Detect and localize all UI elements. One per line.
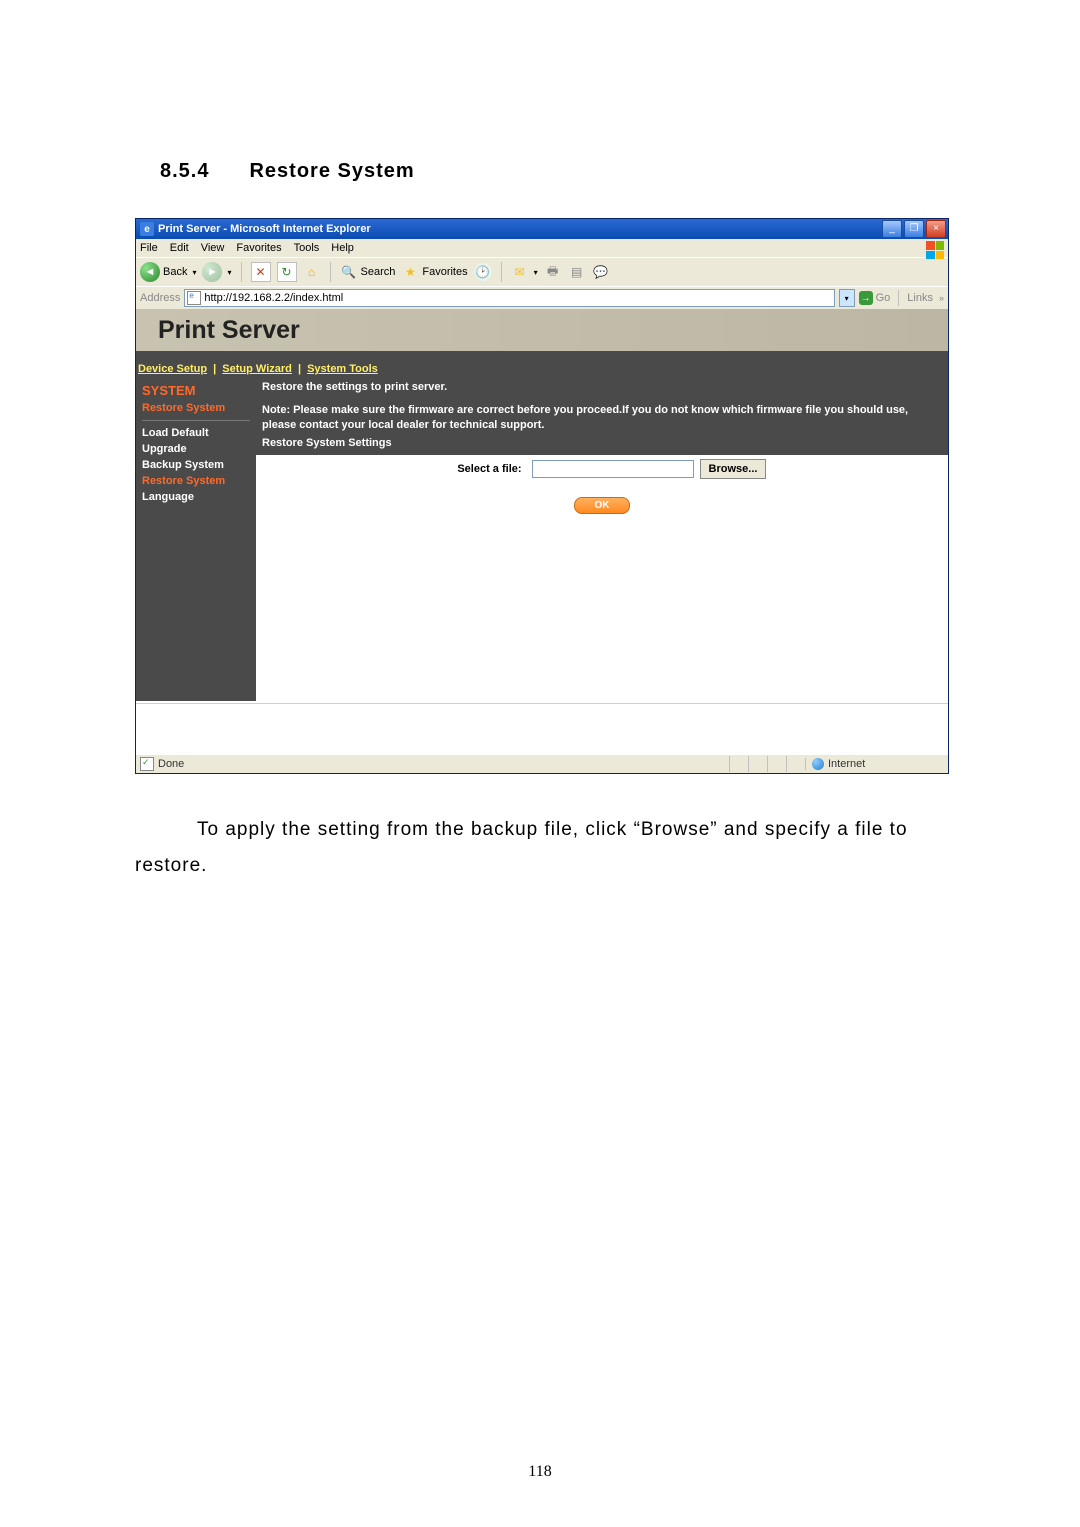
- page-number: 118: [0, 1463, 1080, 1481]
- sidebar-item-backup-system[interactable]: Backup System: [142, 459, 250, 471]
- main-panel: Restore the settings to print server. No…: [256, 379, 948, 701]
- address-url: http://192.168.2.2/index.html: [204, 292, 343, 304]
- address-dropdown[interactable]: ▾: [839, 289, 855, 307]
- tab-device-setup[interactable]: Device Setup: [138, 363, 207, 375]
- back-icon: ◄: [140, 262, 160, 282]
- separator: [330, 262, 331, 282]
- status-cell: [786, 756, 805, 772]
- page-title: Print Server: [158, 316, 300, 345]
- mail-icon: ✉: [511, 263, 529, 281]
- page-header: Print Server: [136, 309, 948, 351]
- go-icon: →: [859, 291, 873, 305]
- security-zone: Internet: [805, 758, 944, 770]
- sidebar-item-restore-system[interactable]: Restore System: [142, 475, 250, 487]
- browse-button[interactable]: Browse...: [700, 459, 767, 479]
- window-titlebar: Print Server - Microsoft Internet Explor…: [136, 219, 948, 239]
- tab-setup-wizard[interactable]: Setup Wizard: [222, 363, 292, 375]
- section-heading: 8.5.4 Restore System: [160, 160, 950, 183]
- page-icon: [187, 291, 201, 305]
- discuss-button[interactable]: 💬: [592, 263, 610, 281]
- status-cell: [767, 756, 786, 772]
- links-label[interactable]: Links: [907, 292, 933, 304]
- status-cell: [748, 756, 767, 772]
- sidebar: SYSTEM Restore System Load Default Upgra…: [136, 379, 256, 701]
- print-button[interactable]: 🖶: [544, 263, 562, 281]
- edit-button[interactable]: ▤: [568, 263, 586, 281]
- section-number: 8.5.4: [160, 160, 209, 183]
- back-button[interactable]: ◄ Back ▾: [140, 262, 196, 282]
- page-content: Print Server Device Setup | Setup Wizard…: [136, 309, 948, 754]
- sidebar-item-restore-system-top[interactable]: Restore System: [142, 402, 250, 414]
- panel-title: Restore the settings to print server.: [262, 381, 942, 393]
- separator: [501, 262, 502, 282]
- chevron-down-icon: ▾: [534, 268, 538, 277]
- internet-zone-icon: [812, 758, 824, 770]
- done-icon: [140, 757, 154, 771]
- close-button[interactable]: ×: [926, 220, 946, 238]
- status-cell: [729, 756, 748, 772]
- window-title: Print Server - Microsoft Internet Explor…: [158, 223, 882, 235]
- history-button[interactable]: 🕑: [474, 263, 492, 281]
- ok-button[interactable]: OK: [574, 497, 630, 514]
- sidebar-heading: SYSTEM: [142, 383, 250, 398]
- menu-favorites[interactable]: Favorites: [236, 242, 281, 254]
- go-button[interactable]: → Go: [859, 291, 891, 305]
- minimize-button[interactable]: _: [882, 220, 902, 238]
- panel-note: Note: Please make sure the firmware are …: [262, 403, 942, 433]
- divider: [142, 420, 250, 421]
- address-label: Address: [140, 292, 180, 304]
- status-text: Done: [158, 758, 184, 770]
- section-title: Restore System: [249, 160, 414, 182]
- home-button[interactable]: ⌂: [303, 263, 321, 281]
- menu-bar: File Edit View Favorites Tools Help: [136, 239, 948, 257]
- body-paragraph: To apply the setting from the backup fil…: [135, 812, 950, 884]
- links-chevron-icon[interactable]: »: [939, 293, 944, 303]
- menu-edit[interactable]: Edit: [170, 242, 189, 254]
- separator: [241, 262, 242, 282]
- file-select-row: Select a file: Browse...: [256, 455, 948, 483]
- search-icon: 🔍: [340, 263, 358, 281]
- tabs: Device Setup | Setup Wizard | System Too…: [136, 363, 948, 379]
- search-button[interactable]: 🔍 Search: [340, 263, 396, 281]
- zone-label: Internet: [828, 758, 865, 770]
- address-bar: Address http://192.168.2.2/index.html ▾ …: [136, 286, 948, 309]
- file-input[interactable]: [532, 460, 694, 478]
- chevron-down-icon: ▾: [192, 268, 196, 277]
- windows-logo-icon: [924, 239, 946, 261]
- favorites-button[interactable]: ★ Favorites: [401, 263, 467, 281]
- toolbar: ◄ Back ▾ ► ▾ ✕ ↻ ⌂ 🔍 Search ★ Favorites …: [136, 257, 948, 286]
- forward-button[interactable]: ► ▾: [202, 262, 231, 282]
- sidebar-item-language[interactable]: Language: [142, 491, 250, 503]
- maximize-button[interactable]: ❐: [904, 220, 924, 238]
- star-icon: ★: [401, 263, 419, 281]
- mail-button[interactable]: ✉ ▾: [511, 263, 538, 281]
- browser-window: Print Server - Microsoft Internet Explor…: [135, 218, 949, 774]
- menu-view[interactable]: View: [201, 242, 225, 254]
- edit-icon: ▤: [568, 263, 586, 281]
- sidebar-item-load-default[interactable]: Load Default: [142, 427, 250, 439]
- sidebar-item-upgrade[interactable]: Upgrade: [142, 443, 250, 455]
- ie-icon: [140, 222, 154, 236]
- address-input[interactable]: http://192.168.2.2/index.html: [184, 289, 834, 307]
- menu-tools[interactable]: Tools: [294, 242, 320, 254]
- status-bar: Done Internet: [136, 754, 948, 773]
- forward-icon: ►: [202, 262, 222, 282]
- stop-button[interactable]: ✕: [251, 262, 271, 282]
- select-file-label: Select a file:: [312, 463, 526, 475]
- blank-area: [136, 703, 948, 754]
- settings-header: Restore System Settings: [262, 437, 942, 449]
- refresh-button[interactable]: ↻: [277, 262, 297, 282]
- tab-system-tools[interactable]: System Tools: [307, 363, 378, 375]
- menu-file[interactable]: File: [140, 242, 158, 254]
- separator: [898, 290, 899, 306]
- menu-help[interactable]: Help: [331, 242, 354, 254]
- chevron-down-icon: ▾: [227, 268, 231, 277]
